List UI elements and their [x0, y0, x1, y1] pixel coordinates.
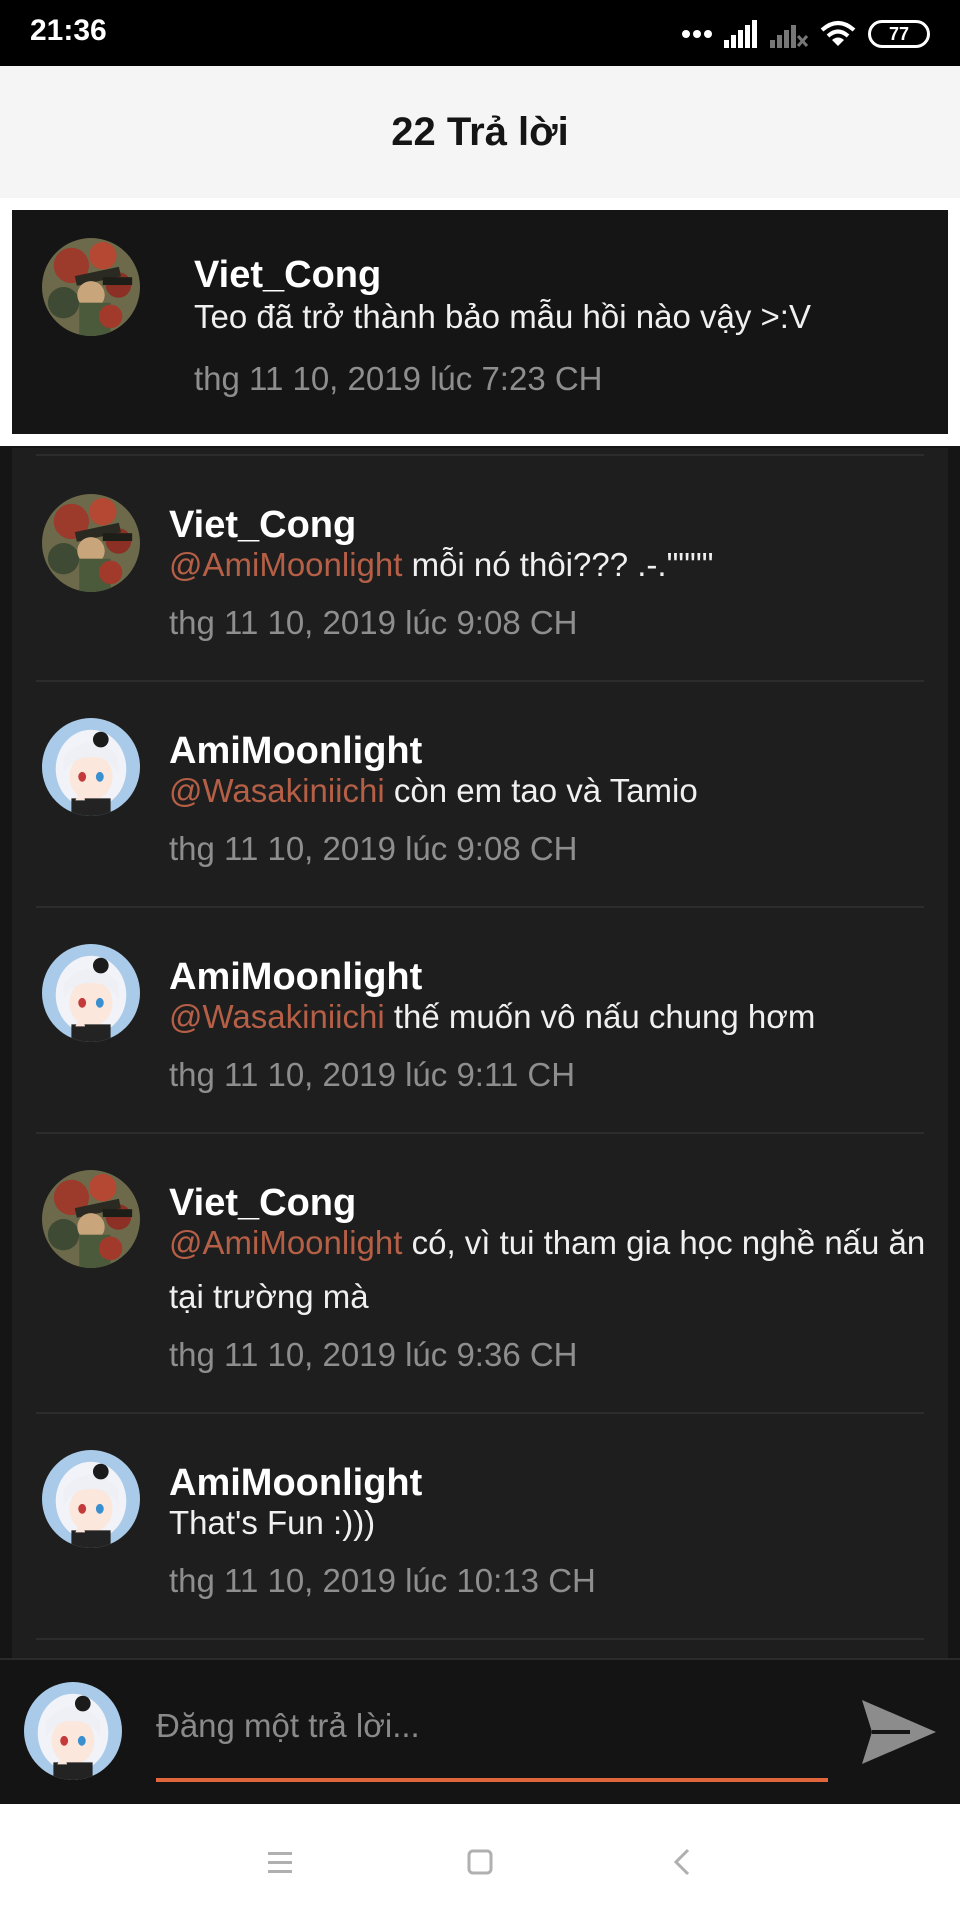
reply-text: That's Fun :))) [169, 1496, 929, 1550]
reply-text: @AmiMoonlight có, vì tui tham gia học ng… [169, 1216, 929, 1324]
avatar[interactable] [42, 944, 140, 1042]
reply-body: That's Fun :))) [169, 1504, 376, 1541]
reply-body: thế muốn vô nấu chung hơm [384, 998, 816, 1035]
wifi-icon [820, 21, 856, 46]
reply-timestamp: thg 11 10, 2019 lúc 10:13 CH [169, 1562, 596, 1599]
reply-text: @AmiMoonlight mỗi nó thôi??? .-."""" [169, 538, 929, 592]
anime-girl-avatar-icon [42, 1450, 140, 1548]
avatar[interactable] [42, 1170, 140, 1268]
reply-timestamp: thg 11 10, 2019 lúc 9:08 CH [169, 830, 578, 867]
app-root: 21:36 77 22 Trả lời Viet_Cong Teo đã trở… [0, 0, 960, 1920]
reply-text: @Wasakiniichi còn em tao và Tamio [169, 764, 929, 818]
signal-no-service-icon [770, 25, 808, 48]
soldier-avatar-icon [42, 494, 140, 592]
reply-body: mỗi nó thôi??? .-."""" [402, 546, 714, 583]
reply-item[interactable]: AmiMoonlight @Wasakiniichi còn em tao và… [12, 682, 948, 906]
mention-link[interactable]: @AmiMoonlight [169, 546, 402, 583]
divider [36, 1638, 924, 1640]
avatar[interactable] [42, 1450, 140, 1548]
avatar[interactable] [42, 238, 140, 336]
reply-item[interactable]: Viet_Cong @AmiMoonlight có, vì tui tham … [12, 1134, 948, 1412]
avatar[interactable] [42, 718, 140, 816]
reply-timestamp: thg 11 10, 2019 lúc 9:11 CH [169, 1056, 576, 1093]
mention-link[interactable]: @Wasakiniichi [169, 998, 385, 1035]
reply-body: còn em tao và Tamio [384, 772, 698, 809]
page-header: 22 Trả lời [0, 66, 960, 198]
soldier-avatar-icon [42, 238, 140, 336]
original-post[interactable]: Viet_Cong Teo đã trở thành bảo mẫu hồi n… [12, 210, 948, 434]
current-user-avatar[interactable] [24, 1682, 122, 1780]
status-time: 21:36 [30, 14, 107, 47]
anime-girl-avatar-icon [42, 718, 140, 816]
battery-indicator: 77 [868, 20, 930, 48]
anime-girl-avatar-icon [42, 944, 140, 1042]
status-icons: 77 [682, 16, 930, 52]
send-icon[interactable] [860, 1696, 938, 1768]
status-bar: 21:36 77 [0, 0, 960, 66]
mention-link[interactable]: @AmiMoonlight [169, 1224, 402, 1261]
reply-item[interactable]: AmiMoonlight That's Fun :))) thg 11 10, … [12, 1414, 948, 1638]
signal-icon [724, 20, 757, 48]
anime-girl-avatar-icon [24, 1682, 122, 1780]
reply-timestamp: thg 11 10, 2019 lúc 9:36 CH [169, 1336, 578, 1373]
reply-composer [0, 1658, 960, 1804]
page-title: 22 Trả lời [391, 109, 569, 154]
post-timestamp: thg 11 10, 2019 lúc 7:23 CH [194, 360, 603, 397]
reply-input[interactable] [156, 1696, 828, 1756]
home-icon[interactable] [456, 1838, 504, 1886]
more-dots-icon [682, 30, 712, 38]
input-underline [156, 1778, 828, 1782]
reply-text: @Wasakiniichi thế muốn vô nấu chung hơm [169, 990, 929, 1044]
replies-list: Viet_Cong @AmiMoonlight mỗi nó thôi??? .… [12, 448, 948, 1658]
thread-content: Viet_Cong Teo đã trở thành bảo mẫu hồi n… [0, 198, 960, 1658]
reply-item[interactable]: Viet_Cong @AmiMoonlight mỗi nó thôi??? .… [12, 456, 948, 680]
menu-icon[interactable] [256, 1838, 304, 1886]
reply-timestamp: thg 11 10, 2019 lúc 9:08 CH [169, 604, 578, 641]
post-text: Teo đã trở thành bảo mẫu hồi nào vậy >:V [194, 298, 811, 335]
system-nav-bar [0, 1804, 960, 1920]
mention-link[interactable]: @Wasakiniichi [169, 772, 385, 809]
soldier-avatar-icon [42, 1170, 140, 1268]
back-icon[interactable] [658, 1838, 706, 1886]
reply-item[interactable]: AmiMoonlight @Wasakiniichi thế muốn vô n… [12, 908, 948, 1132]
avatar[interactable] [42, 494, 140, 592]
